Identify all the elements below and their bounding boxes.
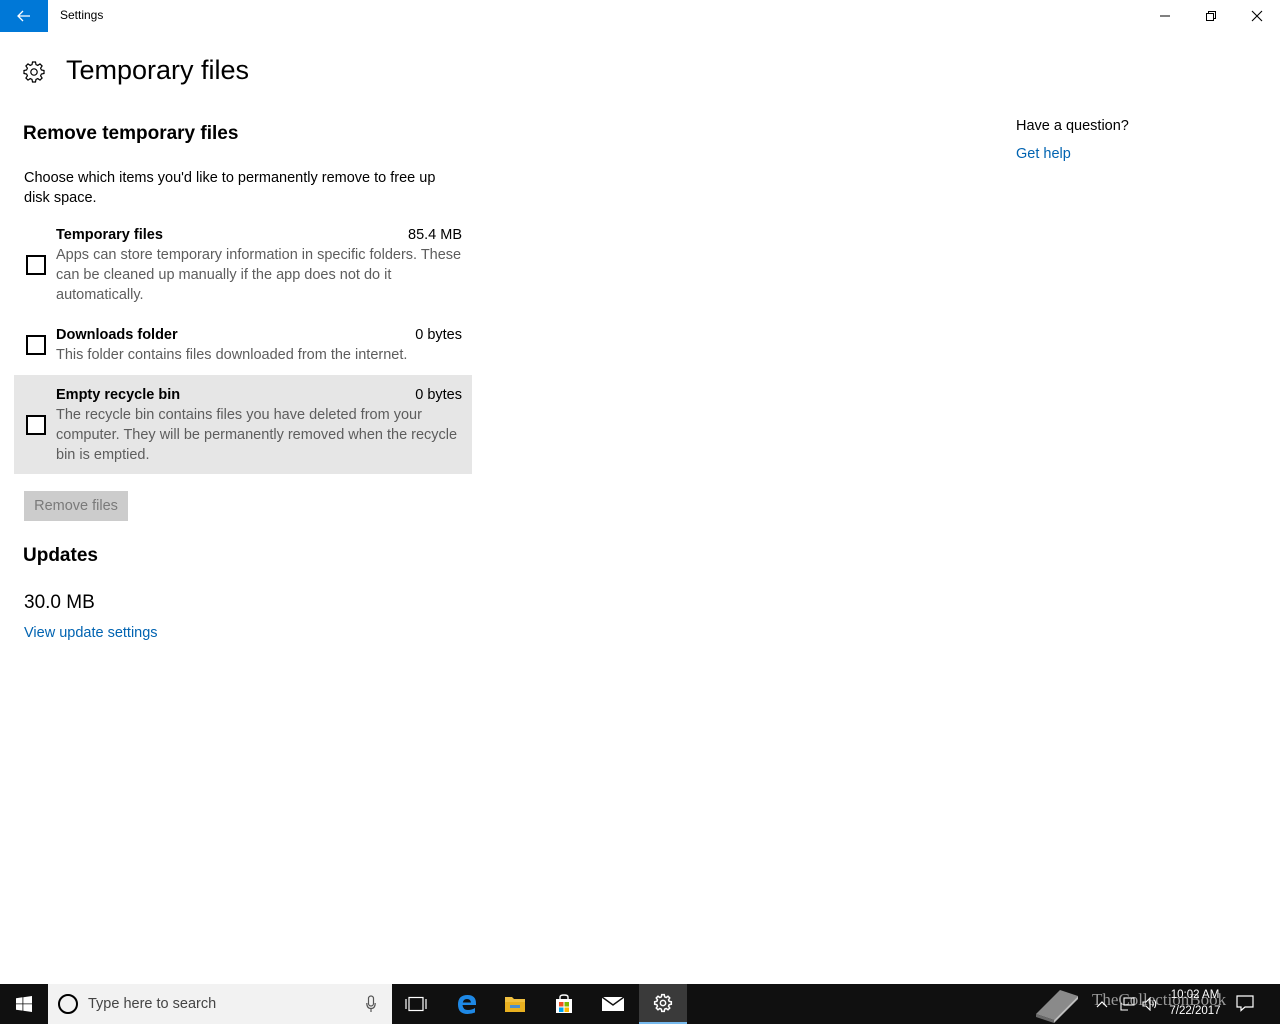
settings-icon	[653, 993, 673, 1013]
item-downloads-folder[interactable]: Downloads folder 0 bytes This folder con…	[14, 325, 472, 369]
mail-icon	[601, 996, 625, 1011]
action-center-icon[interactable]	[1236, 994, 1254, 1012]
clock-time: 10:02 AM	[1170, 989, 1220, 1001]
downloads-folder-checkbox[interactable]	[26, 335, 46, 355]
item-description: Apps can store temporary information in …	[56, 247, 462, 303]
temporary-files-checkbox[interactable]	[26, 255, 46, 275]
page-title: Temporary files	[66, 55, 250, 85]
back-button[interactable]	[0, 0, 48, 32]
title-bar: Settings	[0, 0, 1280, 32]
updates-size: 30.0 MB	[24, 592, 95, 613]
mail-button[interactable]	[589, 984, 637, 1024]
item-description: The recycle bin contains files you have …	[56, 407, 458, 463]
restore-button[interactable]	[1188, 0, 1234, 32]
minimize-button[interactable]	[1142, 0, 1188, 32]
chevron-up-icon[interactable]	[1096, 1000, 1108, 1008]
window-title: Settings	[60, 8, 104, 22]
empty-recycle-bin-checkbox[interactable]	[26, 415, 46, 435]
get-help-link[interactable]: Get help	[1016, 146, 1071, 162]
item-size: 0 bytes	[415, 327, 462, 343]
remove-temp-files-heading: Remove temporary files	[23, 123, 239, 144]
edge-icon	[458, 995, 476, 1014]
item-description: This folder contains files downloaded fr…	[56, 347, 408, 363]
edge-button[interactable]	[443, 984, 491, 1024]
view-update-settings-link[interactable]: View update settings	[24, 625, 158, 641]
help-question: Have a question?	[1016, 118, 1129, 134]
cortana-icon[interactable]	[58, 994, 78, 1014]
taskbar-clock[interactable]: 10:02 AM 7/22/2017	[1160, 987, 1230, 1019]
settings-taskbar-button[interactable]	[639, 984, 687, 1024]
item-name: Downloads folder	[56, 327, 178, 343]
store-icon	[556, 994, 572, 1013]
store-button[interactable]	[540, 984, 588, 1024]
close-button[interactable]	[1234, 0, 1280, 32]
gear-icon	[23, 61, 45, 83]
volume-icon[interactable]	[1142, 997, 1158, 1011]
file-explorer-icon	[505, 997, 525, 1012]
task-view-button[interactable]	[392, 984, 440, 1024]
item-empty-recycle-bin[interactable]: Empty recycle bin 0 bytes The recycle bi…	[14, 375, 472, 474]
item-name: Empty recycle bin	[56, 387, 181, 403]
book-logo-icon	[1036, 990, 1078, 1023]
file-explorer-button[interactable]	[491, 984, 539, 1024]
item-size: 0 bytes	[415, 387, 462, 403]
search-placeholder: Type here to search	[88, 996, 217, 1012]
taskbar-search-box[interactable]: Type here to search	[48, 984, 392, 1024]
microphone-icon[interactable]	[366, 995, 376, 1013]
item-temporary-files[interactable]: Temporary files 85.4 MB Apps can store t…	[14, 225, 472, 307]
item-name: Temporary files	[56, 227, 163, 243]
start-button[interactable]	[0, 984, 48, 1024]
remove-files-button[interactable]: Remove files	[24, 491, 128, 521]
close-icon	[1251, 10, 1263, 22]
restore-icon	[1206, 11, 1216, 21]
taskbar: Type here to search TheCollectionBook 10…	[0, 984, 1280, 1024]
windows-start-icon	[16, 996, 32, 1012]
task-view-icon	[405, 996, 427, 1012]
minimize-icon	[1160, 15, 1170, 17]
updates-heading: Updates	[23, 545, 98, 566]
item-size: 85.4 MB	[408, 227, 462, 243]
back-arrow-icon	[17, 10, 30, 22]
clock-date: 7/22/2017	[1169, 1005, 1221, 1017]
remove-temp-files-description: Choose which items you'd like to permane…	[24, 170, 436, 206]
network-icon[interactable]	[1119, 997, 1135, 1011]
